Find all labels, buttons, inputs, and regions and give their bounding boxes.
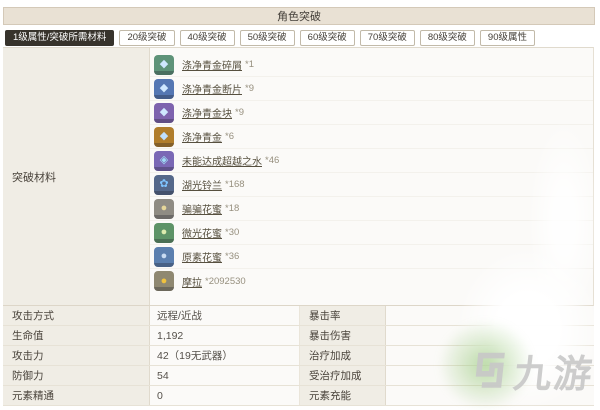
gem-glyph: ◆ (159, 58, 169, 70)
coin-glyph: ● (160, 274, 168, 287)
water-glyph: ◈ (159, 154, 169, 166)
material-count: *9 (235, 107, 244, 118)
stat-value-2 (386, 366, 594, 385)
material-link[interactable]: 未能达成超越之水 (182, 153, 262, 168)
nectar-icon[interactable]: ● (154, 198, 174, 219)
material-row-gem-chunk: ◆ 涤净青金块 *9 (150, 101, 593, 125)
gem-glyph: ◆ (159, 106, 169, 118)
materials-row-label: 突破材料 (3, 48, 150, 305)
material-row-lakelight-lily: ✿ 湖光铃兰 *168 (150, 173, 593, 197)
material-row-boss-water: ◈ 未能达成超越之水 *46 (150, 149, 593, 173)
materials-label-text: 突破材料 (12, 171, 56, 184)
stat-value: 54 (150, 366, 300, 385)
gem-sliver-icon[interactable]: ◆ (154, 54, 174, 75)
stat-label-2: 暴击伤害 (300, 326, 386, 345)
tab-lv90[interactable]: 90级属性 (479, 30, 535, 46)
stat-value: 42（19无武器） (150, 346, 300, 365)
stat-row-atk: 攻击力 42（19无武器） 治疗加成 (3, 346, 594, 366)
tab-lv80[interactable]: 80级突破 (419, 30, 475, 46)
material-row-gemstone: ◆ 涤净青金 *6 (150, 125, 593, 149)
material-link[interactable]: 骗骗花蜜 (182, 201, 222, 216)
materials-list: ◆ 涤净青金碎屑 *1 ◆ 涤净青金断片 *9 ◆ 涤净青金块 *9 ◆ 涤净青… (150, 48, 593, 305)
material-link[interactable]: 涤净青金断片 (182, 81, 242, 96)
stat-label: 元素精通 (3, 386, 150, 405)
stat-value-2 (386, 306, 594, 325)
material-row-nectar-3: ● 原素花蜜 *36 (150, 245, 593, 269)
stat-value: 0 (150, 386, 300, 405)
nectar-glyph: ● (160, 226, 168, 238)
nectar-glyph: ● (160, 250, 168, 262)
tab-lv50[interactable]: 50级突破 (239, 30, 295, 46)
material-link[interactable]: 涤净青金 (182, 129, 222, 144)
gem-glyph: ◆ (159, 130, 169, 142)
stat-value: 1,192 (150, 326, 300, 345)
tab-lv60[interactable]: 60级突破 (299, 30, 355, 46)
material-row-gem-sliver: ◆ 涤净青金碎屑 *1 (150, 53, 593, 77)
lily-flower-icon[interactable]: ✿ (154, 174, 174, 195)
stat-value-2 (386, 386, 594, 405)
stat-label: 生命值 (3, 326, 150, 345)
stat-label: 攻击力 (3, 346, 150, 365)
page-title-bar: 角色突破 (3, 7, 595, 25)
stat-value-2 (386, 326, 594, 345)
material-count: *9 (245, 83, 254, 94)
stat-value-2 (386, 346, 594, 365)
stat-row-attack-mode: 攻击方式 远程/近战 暴击率 (3, 306, 594, 326)
stat-label-2: 暴击率 (300, 306, 386, 325)
level-tabs: 1级属性/突破所需材料 20级突破 40级突破 50级突破 60级突破 70级突… (5, 30, 595, 46)
boss-water-icon[interactable]: ◈ (154, 150, 174, 171)
material-count: *1 (245, 59, 254, 70)
tab-lv40[interactable]: 40级突破 (179, 30, 235, 46)
material-count: *30 (225, 227, 240, 238)
tab-lv1-attributes[interactable]: 1级属性/突破所需材料 (5, 30, 115, 46)
stat-label-2: 治疗加成 (300, 346, 386, 365)
nectar-glyph: ● (160, 202, 168, 214)
stat-label-2: 受治疗加成 (300, 366, 386, 385)
material-count: *2092530 (205, 275, 246, 287)
material-count: *6 (225, 131, 234, 142)
stat-row-def: 防御力 54 受治疗加成 (3, 366, 594, 386)
stat-label-2: 元素充能 (300, 386, 386, 405)
nectar-icon[interactable]: ● (154, 222, 174, 243)
material-link[interactable]: 摩拉 (182, 274, 202, 289)
nectar-icon[interactable]: ● (154, 246, 174, 267)
tab-lv70[interactable]: 70级突破 (359, 30, 415, 46)
material-row-gem-fragment: ◆ 涤净青金断片 *9 (150, 77, 593, 101)
base-stats-table: 攻击方式 远程/近战 暴击率 生命值 1,192 暴击伤害 攻击力 42（19无… (3, 306, 594, 406)
material-count: *168 (225, 179, 245, 190)
gemstone-icon[interactable]: ◆ (154, 126, 174, 147)
material-link[interactable]: 原素花蜜 (182, 249, 222, 264)
material-row-nectar-2: ● 微光花蜜 *30 (150, 221, 593, 245)
gem-chunk-icon[interactable]: ◆ (154, 102, 174, 123)
tab-lv20[interactable]: 20级突破 (119, 30, 175, 46)
gem-fragment-icon[interactable]: ◆ (154, 78, 174, 99)
character-breakthrough-page: 角色突破 1级属性/突破所需材料 20级突破 40级突破 50级突破 60级突破… (0, 0, 600, 410)
ascension-materials-table: 突破材料 ◆ 涤净青金碎屑 *1 ◆ 涤净青金断片 *9 ◆ 涤净青金块 *9 … (3, 47, 594, 306)
material-count: *18 (225, 203, 240, 214)
page-title: 角色突破 (277, 11, 321, 23)
material-row-nectar-1: ● 骗骗花蜜 *18 (150, 197, 593, 221)
material-link[interactable]: 微光花蜜 (182, 225, 222, 240)
material-link[interactable]: 涤净青金碎屑 (182, 57, 242, 72)
stat-label: 攻击方式 (3, 306, 150, 325)
stat-value: 远程/近战 (150, 306, 300, 325)
stat-row-hp: 生命值 1,192 暴击伤害 (3, 326, 594, 346)
stat-label: 防御力 (3, 366, 150, 385)
material-count: *46 (265, 155, 280, 166)
material-link[interactable]: 涤净青金块 (182, 105, 232, 120)
material-link[interactable]: 湖光铃兰 (182, 177, 222, 192)
stat-row-em: 元素精通 0 元素充能 (3, 386, 594, 406)
gem-glyph: ◆ (159, 82, 169, 94)
material-row-mora: ● 摩拉 *2092530 (150, 269, 593, 293)
material-count: *36 (225, 251, 240, 262)
flower-glyph: ✿ (159, 178, 169, 190)
mora-coin-icon[interactable]: ● (154, 271, 174, 291)
